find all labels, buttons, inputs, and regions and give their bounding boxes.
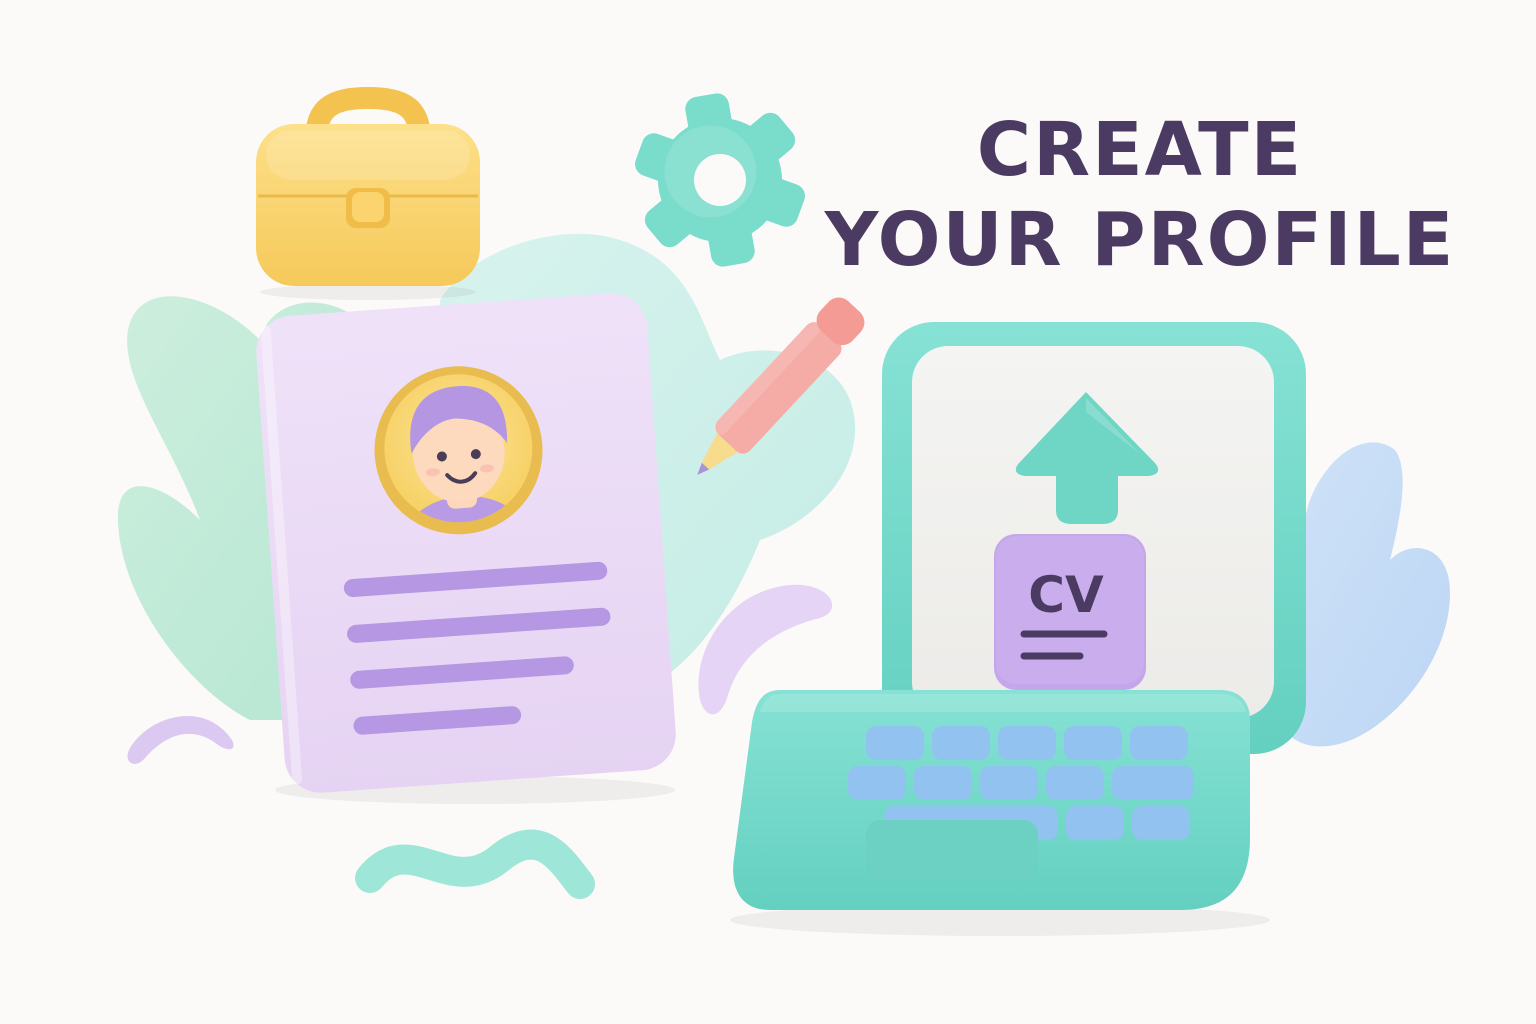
profile-card-icon [256, 293, 676, 804]
mint-squiggle-bottom [355, 829, 595, 899]
headline: CREATE YOUR PROFILE [820, 105, 1460, 285]
cv-document-icon: CV [994, 534, 1146, 690]
gear-icon [635, 93, 805, 267]
briefcase-icon [256, 86, 480, 300]
headline-line-2: YOUR PROFILE [824, 197, 1456, 283]
illustration-stage: CV CREATE YOUR PROFILE [0, 0, 1536, 1024]
cv-label: CV [1028, 566, 1104, 624]
touchpad [866, 820, 1038, 880]
headline-line-1: CREATE [976, 107, 1304, 193]
purple-squiggle-left [127, 715, 234, 764]
